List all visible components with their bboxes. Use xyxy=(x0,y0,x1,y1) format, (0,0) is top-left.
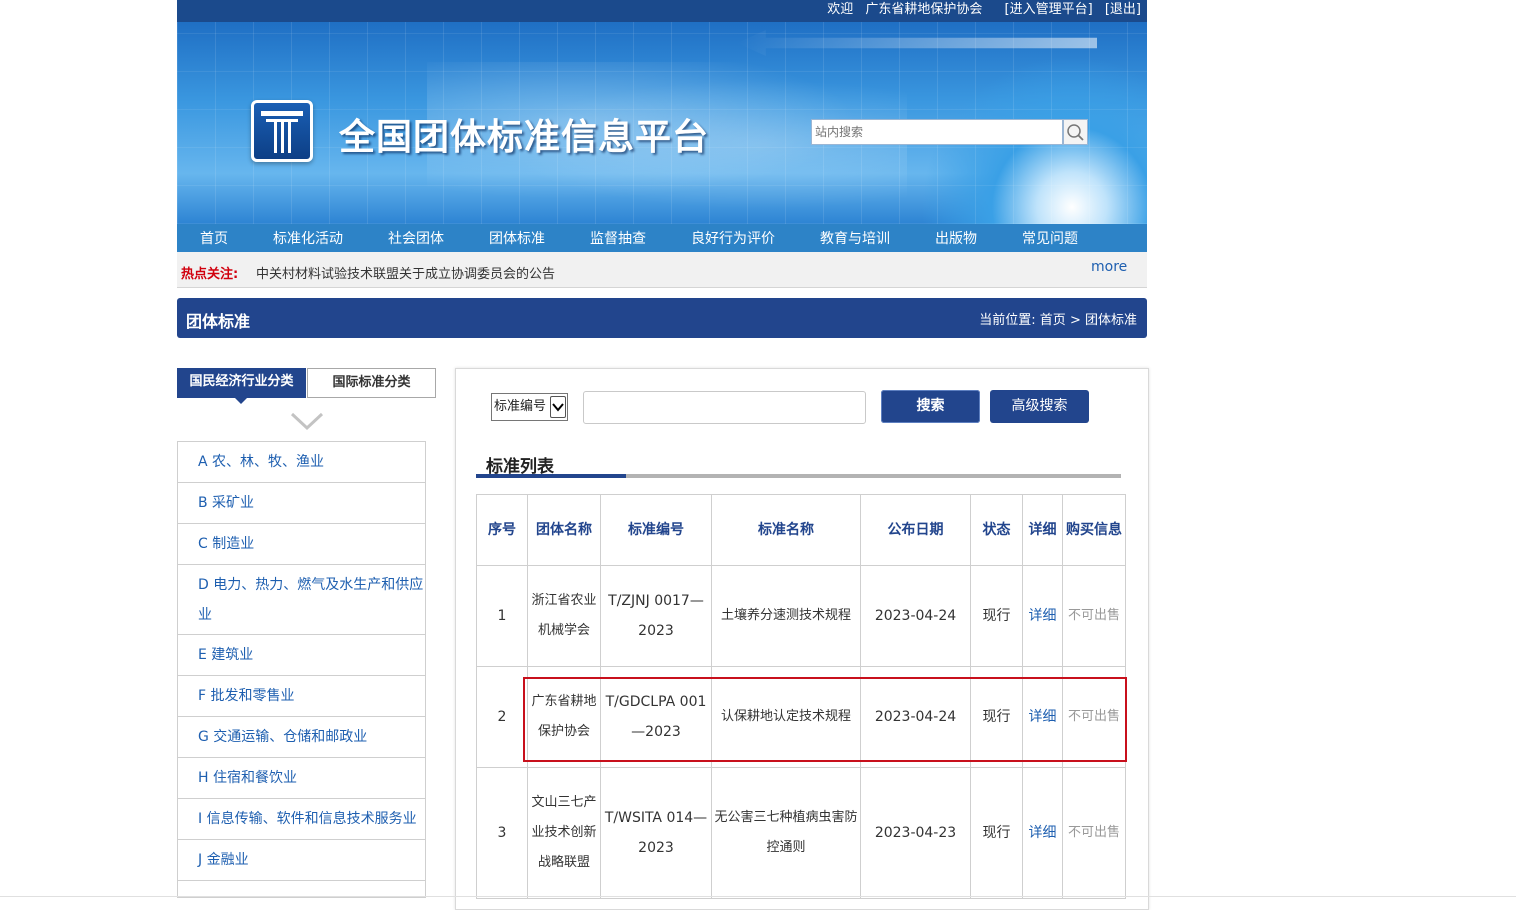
cell-code: T/ZJNJ 0017—2023 xyxy=(600,565,712,667)
nav-publications[interactable]: 出版物 xyxy=(935,228,977,248)
category-item-g[interactable]: G 交通运输、仓储和邮政业 xyxy=(178,717,425,758)
section-title-bar: 团体标准 当前位置: 首页 > 团体标准 xyxy=(177,298,1147,338)
nav-supervision[interactable]: 监督抽查 xyxy=(590,228,646,248)
table-header-row: 序号 团体名称 标准编号 标准名称 公布日期 状态 详细 购买信息 xyxy=(476,494,1126,566)
detail-link[interactable]: 详细 xyxy=(1022,666,1063,768)
cell-status: 现行 xyxy=(970,666,1023,768)
site-search-input[interactable] xyxy=(811,119,1063,145)
search-field-select-value: 标准编号 xyxy=(494,399,547,414)
hot-label: 热点关注: xyxy=(181,267,239,282)
more-link[interactable]: more xyxy=(1091,259,1127,275)
chevron-down-icon xyxy=(290,412,324,431)
cell-org: 广东省耕地保护协会 xyxy=(527,666,601,768)
category-item-c[interactable]: C 制造业 xyxy=(178,524,425,565)
category-item-a[interactable]: A 农、林、牧、渔业 xyxy=(178,442,425,483)
detail-link[interactable]: 详细 xyxy=(1022,565,1063,667)
advanced-search-button[interactable]: 高级搜索 xyxy=(990,390,1089,423)
cell-date: 2023-04-23 xyxy=(860,767,971,899)
category-list: A 农、林、牧、渔业 B 采矿业 C 制造业 D 电力、热力、燃气及水生产和供应… xyxy=(177,441,426,898)
breadcrumb-home[interactable]: 首页 xyxy=(1040,313,1066,328)
header-banner: 全国团体标准信息平台 xyxy=(177,22,1147,224)
category-item-d[interactable]: D 电力、热力、燃气及水生产和供应业 xyxy=(178,565,425,635)
category-item-j[interactable]: J 金融业 xyxy=(178,840,425,881)
cell-no: 1 xyxy=(476,565,528,667)
col-header-detail: 详细 xyxy=(1022,494,1063,566)
main-panel: 标准编号 搜索 高级搜索 标准列表 序号 团体名称 标准编号 标准名称 公布日期… xyxy=(455,368,1149,910)
cell-name: 无公害三七种植病虫害防控通则 xyxy=(711,767,861,899)
site-title: 全国团体标准信息平台 xyxy=(339,116,710,158)
nav-groups[interactable]: 社会团体 xyxy=(388,228,444,248)
nav-standardization[interactable]: 标准化活动 xyxy=(273,228,343,248)
col-header-name: 标准名称 xyxy=(711,494,861,566)
search-button[interactable]: 搜索 xyxy=(881,390,980,423)
site-search-button[interactable] xyxy=(1063,119,1088,145)
logout-link[interactable]: [退出] xyxy=(1105,2,1141,17)
table-row: 1 浙江省农业机械学会 T/ZJNJ 0017—2023 土壤养分速测技术规程 … xyxy=(476,565,1126,667)
table-row: 3 文山三七产业技术创新战略联盟 T/WSITA 014—2023 无公害三七种… xyxy=(476,767,1126,899)
nav-group-standards[interactable]: 团体标准 xyxy=(489,228,545,248)
section-title: 团体标准 xyxy=(186,312,251,331)
site-logo[interactable] xyxy=(251,100,313,162)
cell-code: T/WSITA 014—2023 xyxy=(600,767,712,899)
cell-date: 2023-04-24 xyxy=(860,565,971,667)
cell-name: 认保耕地认定技术规程 xyxy=(711,666,861,768)
search-icon xyxy=(1067,124,1084,141)
category-tabs: 国民经济行业分类 国际标准分类 xyxy=(177,368,436,404)
tab-international-classification[interactable]: 国际标准分类 xyxy=(307,368,436,398)
col-header-org: 团体名称 xyxy=(527,494,601,566)
cell-org: 浙江省农业机械学会 xyxy=(527,565,601,667)
category-item-h[interactable]: H 住宿和餐饮业 xyxy=(178,758,425,799)
main-nav: 首页 标准化活动 社会团体 团体标准 监督抽查 良好行为评价 教育与培训 出版物… xyxy=(177,224,1147,252)
admin-link[interactable]: [进入管理平台] xyxy=(1005,2,1093,17)
standard-search-input[interactable] xyxy=(583,391,866,424)
cell-status: 现行 xyxy=(970,767,1023,899)
cell-status: 现行 xyxy=(970,565,1023,667)
category-item-b[interactable]: B 采矿业 xyxy=(178,483,425,524)
breadcrumb-prefix: 当前位置: xyxy=(979,313,1036,328)
cell-date: 2023-04-24 xyxy=(860,666,971,768)
cell-buy: 不可出售 xyxy=(1062,565,1126,667)
top-bar: 欢迎 广东省耕地保护协会 [进入管理平台] [退出] xyxy=(177,0,1147,22)
nav-education[interactable]: 教育与培训 xyxy=(820,228,890,248)
standards-table: 序号 团体名称 标准编号 标准名称 公布日期 状态 详细 购买信息 1 浙江省农… xyxy=(476,494,1126,899)
nav-home[interactable]: 首页 xyxy=(200,228,228,248)
col-header-code: 标准编号 xyxy=(600,494,712,566)
breadcrumb-separator: > xyxy=(1069,313,1081,328)
hot-news-bar: 热点关注: 中关村材料试验技术联盟关于成立协调委员会的公告 more xyxy=(177,252,1147,288)
category-item-i[interactable]: I 信息传输、软件和信息技术服务业 xyxy=(178,799,425,840)
cell-code: T/GDCLPA 001—2023 xyxy=(600,666,712,768)
nav-faq[interactable]: 常见问题 xyxy=(1022,228,1078,248)
col-header-no: 序号 xyxy=(476,494,528,566)
site-search xyxy=(811,119,1088,145)
dropdown-arrow-icon xyxy=(550,396,566,418)
col-header-date: 公布日期 xyxy=(860,494,971,566)
cell-no: 3 xyxy=(476,767,528,899)
tab-industry-classification[interactable]: 国民经济行业分类 xyxy=(177,368,306,404)
breadcrumb: 当前位置: 首页 > 团体标准 xyxy=(979,309,1137,328)
welcome-text: 欢迎 xyxy=(827,2,854,17)
search-field-select[interactable]: 标准编号 xyxy=(491,393,568,421)
list-title-underline xyxy=(476,474,1121,478)
page-bottom-line xyxy=(0,896,1516,897)
cell-buy: 不可出售 xyxy=(1062,666,1126,768)
cell-org: 文山三七产业技术创新战略联盟 xyxy=(527,767,601,899)
org-name: 广东省耕地保护协会 xyxy=(865,2,983,17)
cell-name: 土壤养分速测技术规程 xyxy=(711,565,861,667)
cell-no: 2 xyxy=(476,666,528,768)
table-row: 2 广东省耕地保护协会 T/GDCLPA 001—2023 认保耕地认定技术规程… xyxy=(476,666,1126,768)
col-header-status: 状态 xyxy=(970,494,1023,566)
nav-good-behavior[interactable]: 良好行为评价 xyxy=(691,228,775,248)
category-item-e[interactable]: E 建筑业 xyxy=(178,635,425,676)
category-item-f[interactable]: F 批发和零售业 xyxy=(178,676,425,717)
page-wrapper: 欢迎 广东省耕地保护协会 [进入管理平台] [退出] 全国团体标准信息平台 首页… xyxy=(177,0,1149,910)
detail-link[interactable]: 详细 xyxy=(1022,767,1063,899)
hot-news-link[interactable]: 中关村材料试验技术联盟关于成立协调委员会的公告 xyxy=(256,263,555,282)
breadcrumb-current[interactable]: 团体标准 xyxy=(1085,313,1137,328)
col-header-buy: 购买信息 xyxy=(1062,494,1126,566)
cell-buy: 不可出售 xyxy=(1062,767,1126,899)
